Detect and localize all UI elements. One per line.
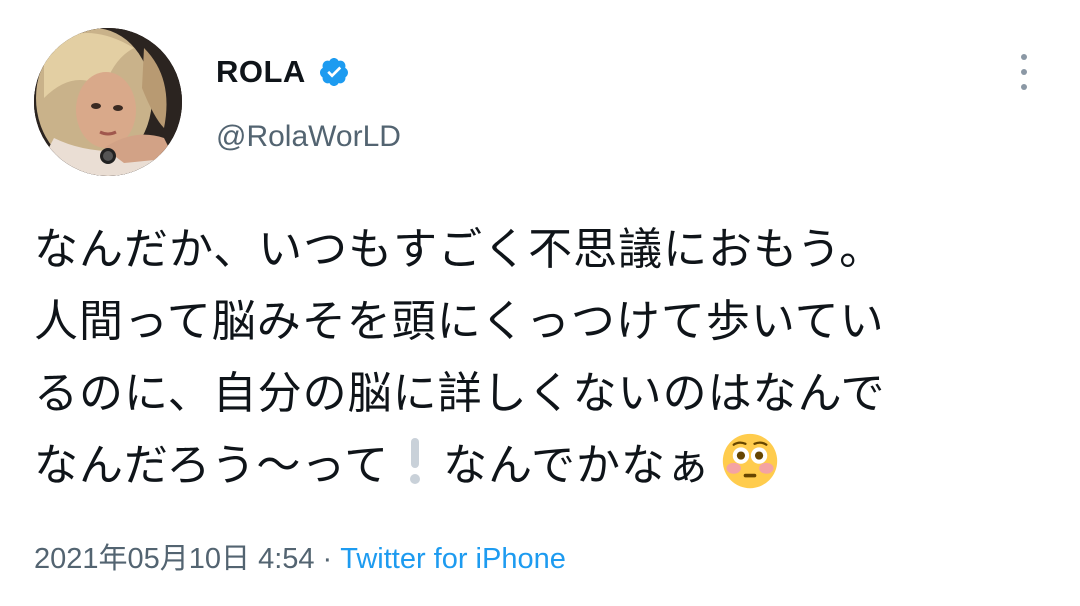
avatar-photo	[34, 28, 182, 176]
exclamation-icon	[409, 438, 421, 484]
user-name-row[interactable]: ROLA	[216, 52, 350, 92]
more-dot	[1021, 84, 1027, 90]
tweet-text-line: 人間って脳みそを頭にくっつけて歩いてい	[34, 296, 885, 347]
more-options-icon[interactable]	[1006, 52, 1042, 92]
more-dot	[1021, 54, 1027, 60]
tweet-text: なんだか、いつもすごく不思議におもう。 人間って脳みそを頭にくっつけて歩いてい …	[34, 214, 1054, 502]
user-handle[interactable]: @RolaWorLD	[216, 120, 401, 154]
tweet-source-link[interactable]: Twitter for iPhone	[340, 543, 566, 575]
flushed-face-icon	[722, 433, 778, 489]
more-dot	[1021, 69, 1027, 75]
tweet-text-fragment: なんだろう〜って	[34, 440, 390, 491]
display-name[interactable]: ROLA	[216, 54, 306, 90]
tweet-text-line: るのに、自分の脳に詳しくないのはなんで	[34, 368, 886, 419]
avatar[interactable]	[34, 28, 182, 176]
tweet-text-fragment: なんでかなぁ	[443, 440, 711, 491]
tweet-meta: 2021年05月10日 4:54 · Twitter for iPhone	[34, 535, 566, 577]
meta-separator: ·	[322, 543, 333, 575]
tweet-text-line: なんだか、いつもすごく不思議におもう。	[34, 224, 885, 275]
tweet-timestamp[interactable]: 2021年05月10日 4:54	[34, 543, 315, 575]
verified-badge-icon	[319, 58, 348, 86]
tweet-text-line-last: なんだろう〜って なんでかなぁ	[34, 430, 1054, 502]
tweet-card: ROLA @RolaWorLD なんだか、いつもすごく不思議におもう。 人間って…	[0, 0, 1080, 606]
